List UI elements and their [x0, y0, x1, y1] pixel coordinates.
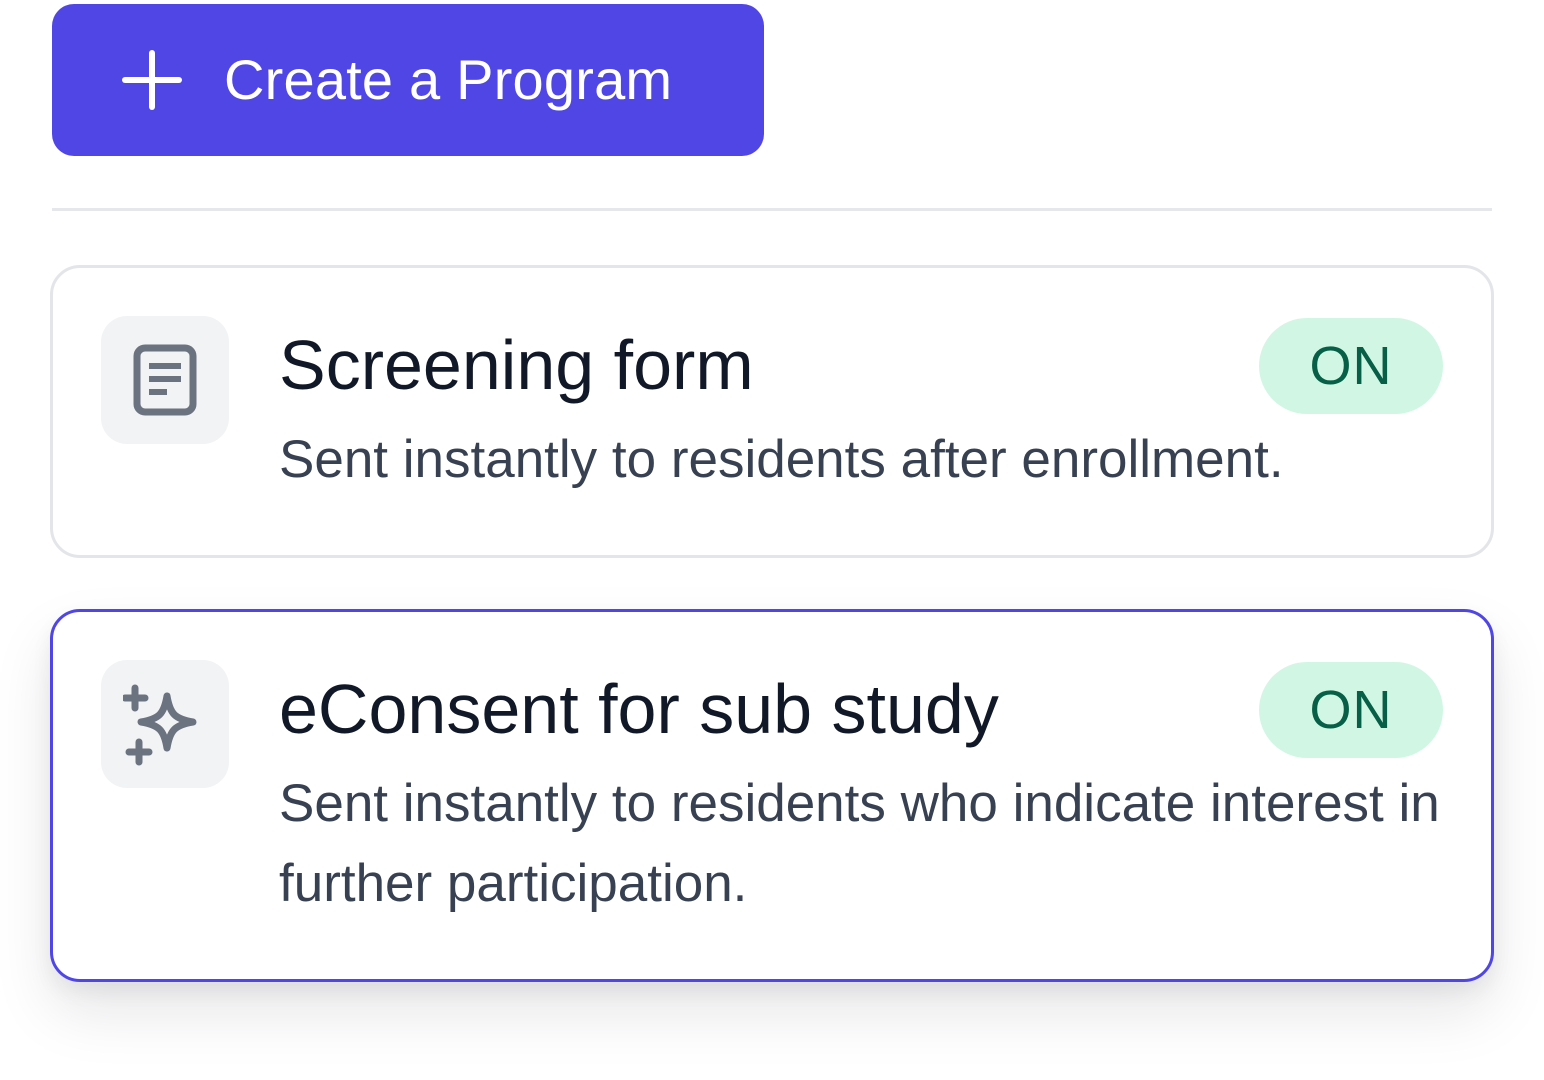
program-title: Screening form [279, 326, 754, 404]
sparkles-icon [123, 684, 197, 766]
status-badge[interactable]: ON [1259, 662, 1443, 758]
program-description: Sent instantly to residents who indicate… [279, 774, 1440, 913]
create-program-button[interactable]: Create a Program [52, 4, 764, 156]
status-badge[interactable]: ON [1259, 318, 1443, 414]
plus-icon [122, 50, 182, 110]
program-card-screening-form[interactable]: Screening form Sent instantly to residen… [50, 265, 1494, 558]
program-description: Sent instantly to residents after enroll… [279, 430, 1284, 489]
document-icon [133, 344, 197, 416]
program-title: eConsent for sub study [279, 670, 999, 748]
program-icon-tile [101, 660, 229, 788]
create-program-label: Create a Program [224, 48, 673, 111]
divider [52, 208, 1492, 211]
program-card-econsent[interactable]: eConsent for sub study Sent instantly to… [50, 609, 1494, 982]
program-icon-tile [101, 316, 229, 444]
